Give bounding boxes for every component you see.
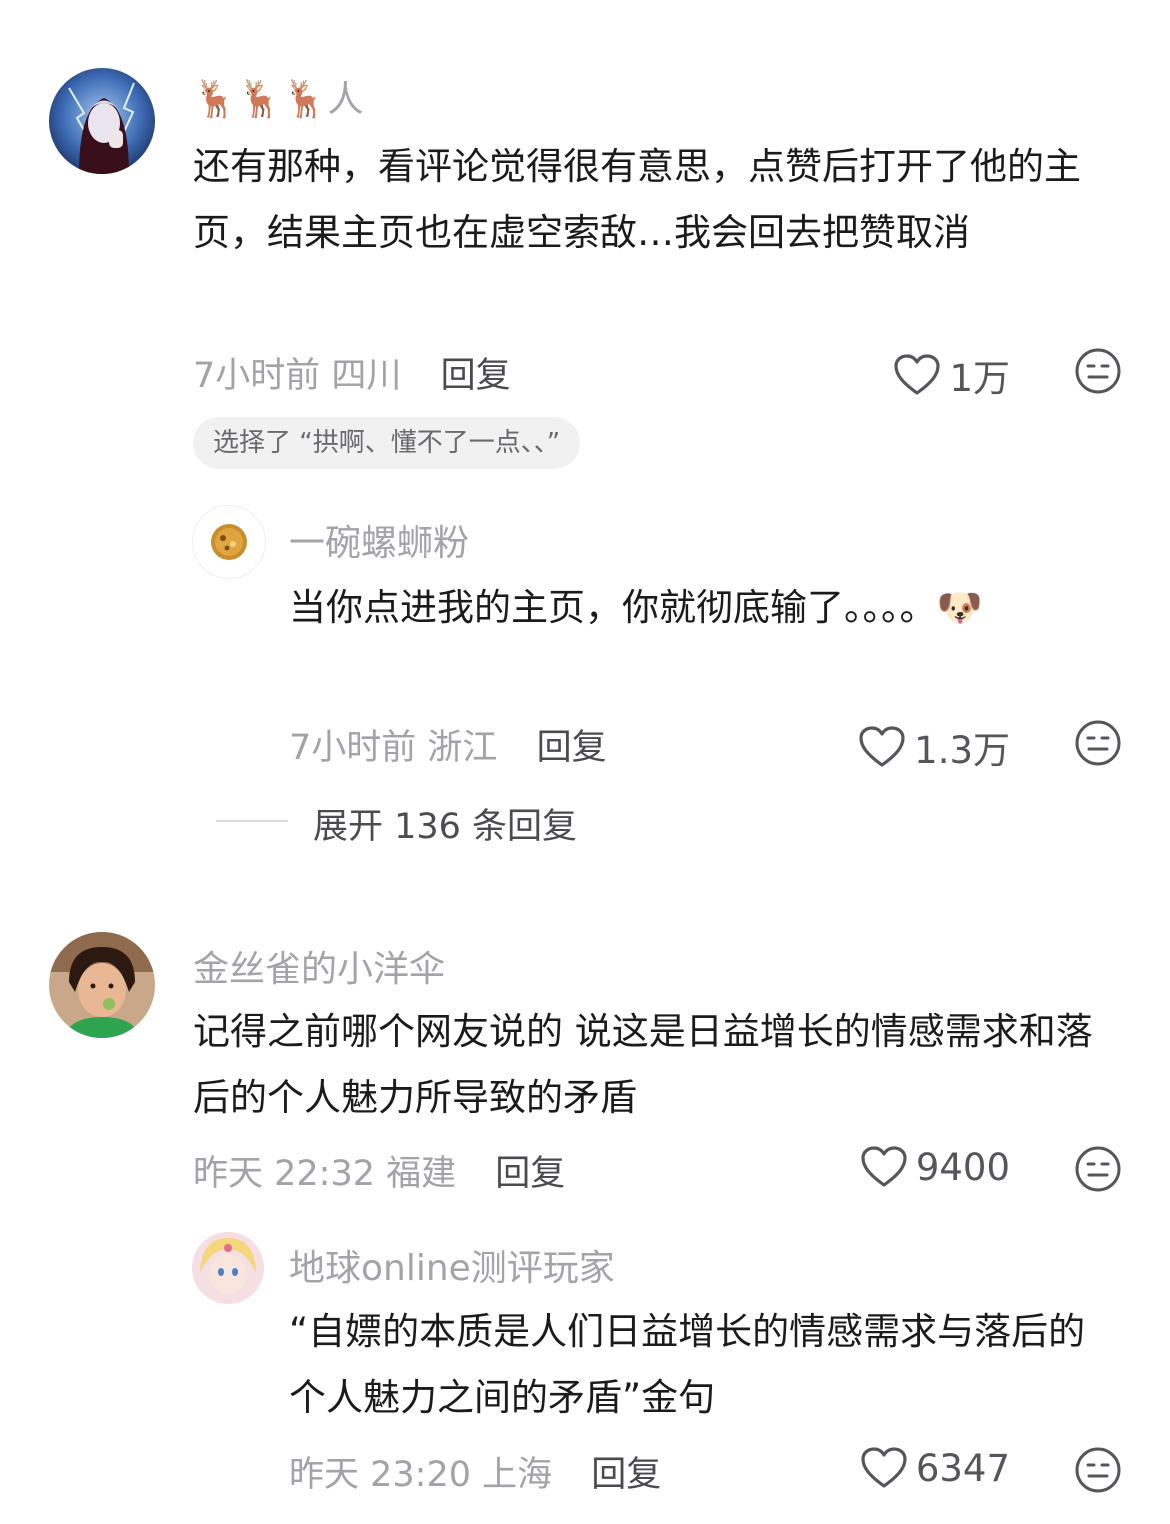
- comment-location: 福建: [386, 1154, 457, 1194]
- comment-text: 还有那种，看评论觉得很有意思，点赞后打开了他的主页，结果主页也在虚空索敌…我会回…: [193, 145, 1081, 254]
- avatar[interactable]: [49, 68, 155, 174]
- meh-face-icon: [1075, 1146, 1121, 1192]
- reply-button[interactable]: 回复: [591, 1455, 661, 1495]
- reply-button[interactable]: 回复: [495, 1154, 565, 1194]
- comment-meta: 7小时前 四川 回复: [193, 347, 511, 398]
- comment-text: 记得之前哪个网友说的 说这是日益增长的情感需求和落后的个人魅力所导致的矛盾: [193, 1010, 1093, 1119]
- meh-face-icon: [1075, 1447, 1121, 1493]
- like-button[interactable]: 9400: [860, 1145, 1010, 1189]
- username[interactable]: 金丝雀的小洋伞: [193, 940, 445, 992]
- reply-location: 上海: [482, 1455, 553, 1495]
- dislike-button[interactable]: [1074, 719, 1122, 771]
- meh-face-icon: [1075, 720, 1121, 766]
- like-count: 1.3万: [914, 729, 1010, 772]
- reply-time: 7小时前: [289, 728, 417, 768]
- reply-avatar[interactable]: [192, 1232, 264, 1304]
- comment-location: 四川: [331, 356, 402, 396]
- dislike-button[interactable]: [1074, 347, 1122, 399]
- reply-username[interactable]: 地球online测评玩家: [289, 1239, 615, 1291]
- reply-username[interactable]: 一碗螺蛳粉: [289, 514, 469, 566]
- reply-text: “自嫖的本质是人们日益增长的情感需求与落后的个人魅力之间的矛盾”金句: [289, 1310, 1086, 1419]
- reply-meta: 7小时前 浙江 回复: [289, 719, 607, 770]
- like-button[interactable]: 1万: [893, 348, 1010, 402]
- heart-outline-icon: [861, 1447, 907, 1488]
- comment-meta: 昨天 22:32 福建 回复: [193, 1145, 565, 1196]
- reply-avatar[interactable]: [192, 505, 266, 579]
- meh-face-icon: [1075, 348, 1121, 394]
- like-button[interactable]: 1.3万: [858, 720, 1010, 774]
- like-count: 1万: [949, 357, 1010, 400]
- comment-time: 昨天 22:32: [193, 1154, 375, 1194]
- reply-time: 昨天 23:20: [289, 1455, 471, 1495]
- expand-replies-button[interactable]: 展开 136 条回复: [313, 798, 577, 849]
- selected-tag-chip[interactable]: 选择了 “拱啊、懂不了一点、、”: [193, 417, 581, 469]
- reply-meta: 昨天 23:20 上海 回复: [289, 1446, 661, 1497]
- dislike-button[interactable]: [1074, 1145, 1122, 1197]
- heart-outline-icon: [859, 726, 905, 767]
- comment-time: 7小时前: [193, 356, 321, 396]
- like-count: 6347: [915, 1446, 1010, 1490]
- avatar[interactable]: [49, 932, 155, 1038]
- reply-location: 浙江: [427, 728, 498, 768]
- expand-divider: [216, 820, 288, 822]
- dislike-button[interactable]: [1074, 1446, 1122, 1498]
- reply-button[interactable]: 回复: [537, 728, 607, 768]
- username[interactable]: 🦌🦌🦌人: [193, 70, 363, 122]
- like-button[interactable]: 6347: [860, 1446, 1010, 1490]
- like-count: 9400: [915, 1145, 1010, 1189]
- heart-outline-icon: [894, 354, 941, 395]
- reply-text: 当你点进我的主页，你就彻底输了。。。。🐶: [289, 586, 983, 629]
- reply-button[interactable]: 回复: [441, 356, 511, 396]
- heart-outline-icon: [861, 1146, 907, 1187]
